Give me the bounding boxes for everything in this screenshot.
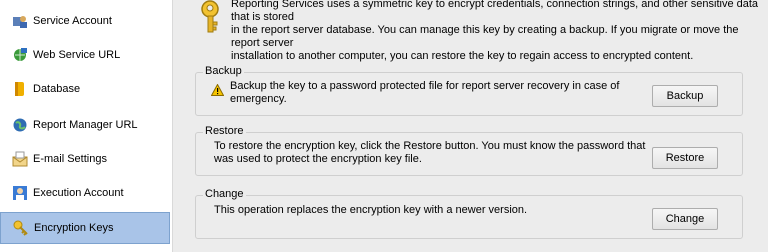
change-group: Change This operation replaces the encry… [195, 188, 743, 239]
sidebar-item-label: Encryption Keys [34, 222, 114, 234]
sidebar-item-label: Database [33, 83, 81, 95]
encryption-key-icon [199, 0, 225, 34]
backup-legend: Backup [203, 65, 244, 77]
sidebar: Service Account Web Service URL Database… [0, 0, 173, 252]
restore-group: Restore To restore the encryption key, c… [195, 125, 743, 176]
intro-text: Reporting Services uses a symmetric key … [231, 0, 761, 63]
backup-description: Backup the key to a password protected f… [230, 80, 619, 106]
sidebar-item-label: E-mail Settings [33, 153, 107, 165]
restore-button[interactable]: Restore [652, 147, 718, 169]
change-legend: Change [203, 188, 246, 200]
sidebar-item-encryption-keys[interactable]: Encryption Keys [0, 212, 170, 244]
desc-line: emergency. [230, 93, 287, 105]
desc-line: Backup the key to a password protected f… [230, 80, 620, 92]
intro-line: Reporting Services uses a symmetric key … [231, 0, 759, 23]
database-icon [12, 81, 28, 97]
backup-group: Backup Backup the key to a password prot… [195, 65, 743, 116]
sidebar-item-label: Execution Account [33, 187, 124, 199]
change-button[interactable]: Change [652, 208, 718, 230]
encryption-keys-panel: Reporting Services uses a symmetric key … [173, 0, 768, 252]
sidebar-item-label: Report Manager URL [33, 119, 138, 131]
sidebar-item-database[interactable]: Database [0, 72, 170, 106]
intro-line: installation to another computer, you ca… [231, 50, 694, 62]
sidebar-item-web-service-url[interactable]: Web Service URL [0, 38, 170, 72]
key-icon [13, 220, 29, 236]
restore-legend: Restore [203, 125, 246, 137]
service-account-icon [12, 13, 28, 29]
warning-icon [210, 83, 225, 99]
change-description: This operation replaces the encryption k… [214, 204, 527, 217]
sidebar-item-label: Service Account [33, 15, 112, 27]
intro-line: in the report server database. You can m… [231, 24, 739, 49]
sidebar-item-email-settings[interactable]: E-mail Settings [0, 142, 170, 176]
desc-line: To restore the encryption key, click the… [214, 140, 646, 152]
sidebar-item-label: Web Service URL [33, 49, 121, 61]
sidebar-item-service-account[interactable]: Service Account [0, 4, 170, 38]
backup-button[interactable]: Backup [652, 85, 718, 107]
sidebar-item-execution-account[interactable]: Execution Account [0, 176, 170, 210]
globe-icon [12, 117, 28, 133]
restore-description: To restore the encryption key, click the… [214, 140, 645, 166]
execution-account-icon [12, 185, 28, 201]
web-service-icon [12, 47, 28, 63]
desc-line: was used to protect the encryption key f… [214, 153, 422, 165]
email-icon [12, 151, 28, 167]
sidebar-item-report-manager-url[interactable]: Report Manager URL [0, 108, 170, 142]
desc-line: This operation replaces the encryption k… [214, 204, 528, 216]
